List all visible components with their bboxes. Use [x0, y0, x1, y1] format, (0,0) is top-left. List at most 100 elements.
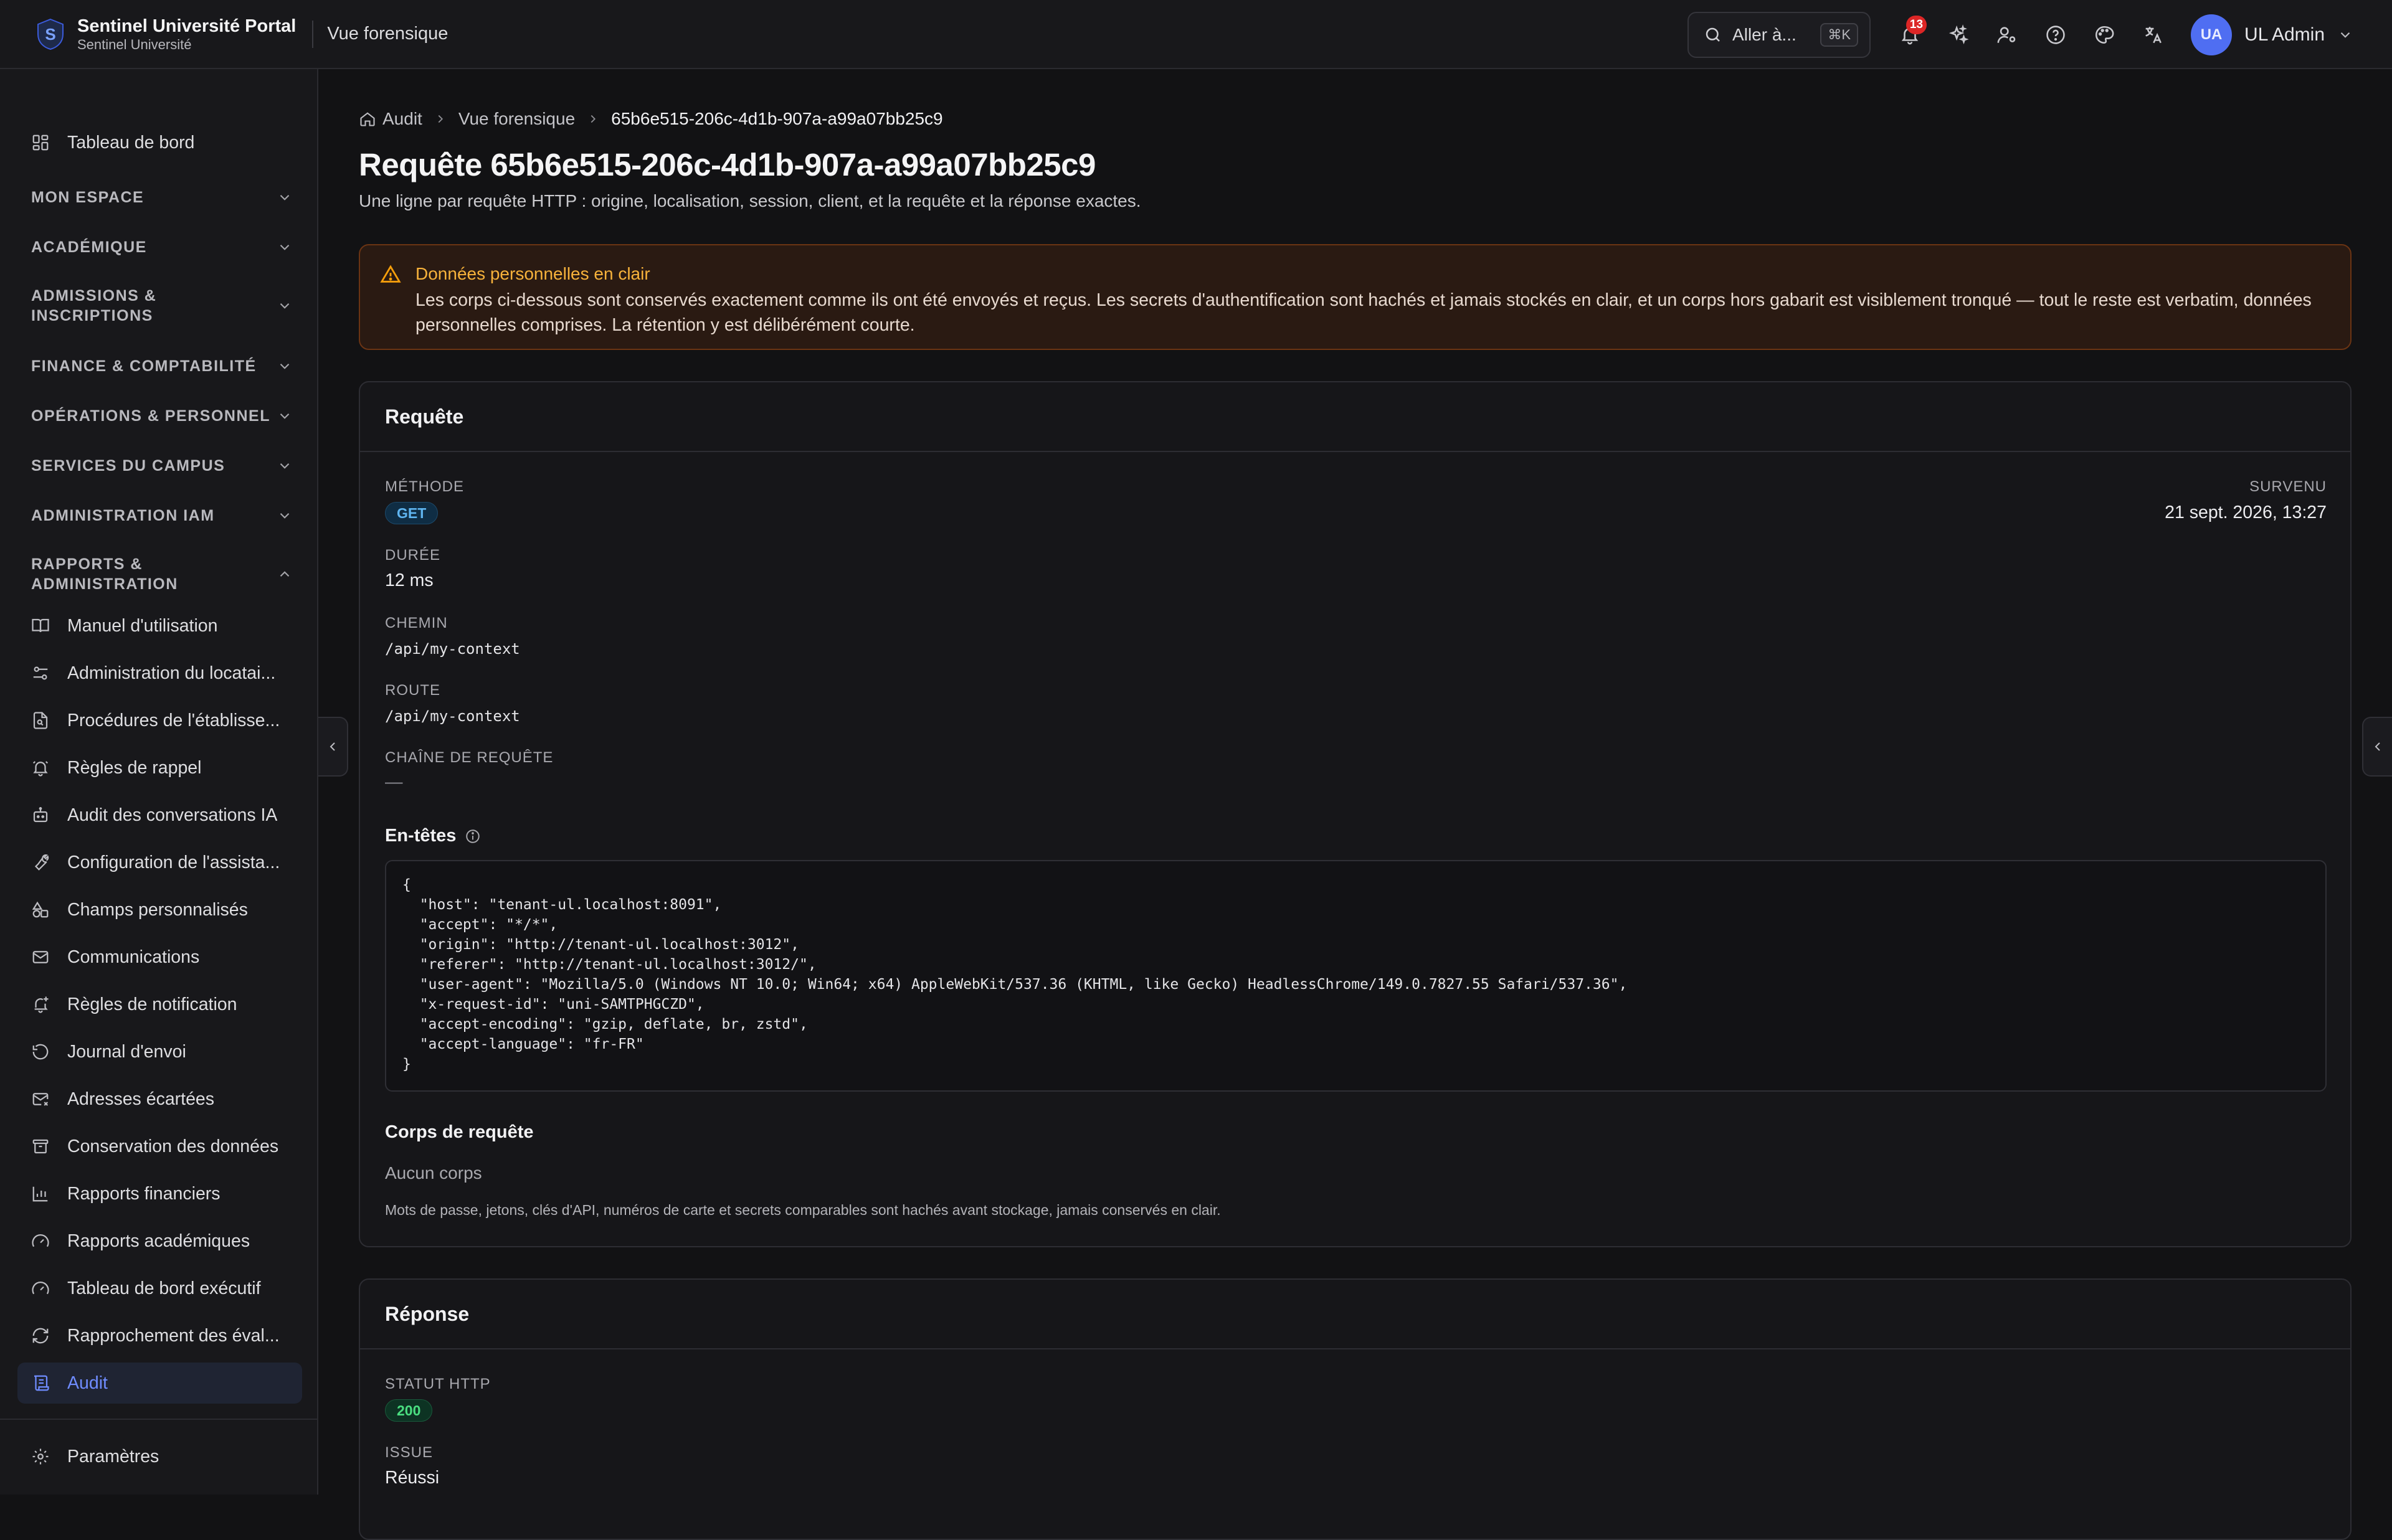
- expand-right-panel-button[interactable]: [2362, 717, 2392, 777]
- sidebar-item-audit-ia[interactable]: Audit des conversations IA: [17, 795, 302, 836]
- sidebar-section-finance[interactable]: FINANCE & COMPTABILITÉ: [31, 356, 293, 376]
- user-menu[interactable]: UA UL Admin: [2191, 14, 2353, 55]
- sidebar-section-iam[interactable]: ADMINISTRATION IAM: [31, 506, 293, 526]
- route-value: /api/my-context: [385, 707, 520, 725]
- sidebar-item-label: Procédures de l'établisse...: [67, 710, 280, 730]
- wrench-icon: [34, 854, 49, 871]
- warning-triangle-icon: [380, 265, 401, 283]
- user-name: UL Admin: [2244, 24, 2325, 45]
- language-button[interactable]: [2129, 11, 2177, 59]
- sidebar-item-label: Adresses écartées: [67, 1089, 215, 1109]
- card-title: Réponse: [385, 1302, 470, 1325]
- brand[interactable]: S Sentinel Université Portal Sentinel Un…: [34, 16, 296, 53]
- sidebar-item-label: Rapprochement des éval...: [67, 1325, 280, 1346]
- sidebar-item-label: Rapports financiers: [67, 1183, 221, 1204]
- sidebar-item-label: Tableau de bord: [67, 132, 195, 153]
- notifications-button[interactable]: 13: [1886, 11, 1934, 59]
- sidebar-item-label: Communications: [67, 947, 200, 967]
- request-card: Requête MÉTHODE GET SURVENU 21 sept. 202…: [359, 381, 2352, 1247]
- sidebar: Tableau de bord MON ESPACE ACADÉMIQUE AD…: [0, 69, 318, 1495]
- sidebar-section-operations[interactable]: OPÉRATIONS & PERSONNEL: [31, 406, 293, 426]
- info-icon[interactable]: [465, 828, 481, 844]
- page-description: Une ligne par requête HTTP : origine, lo…: [359, 191, 1141, 210]
- search-label: Aller à...: [1732, 24, 1796, 44]
- route-label: ROUTE: [385, 682, 440, 699]
- breadcrumb: Audit Vue forensique 65b6e515-206c-4d1b-…: [359, 109, 943, 129]
- sidebar-item-champs[interactable]: Champs personnalisés: [17, 889, 302, 930]
- sidebar-item-label: Champs personnalisés: [67, 899, 248, 920]
- sidebar-item-dashboard[interactable]: Tableau de bord: [17, 122, 302, 163]
- app-name: Sentinel Université Portal: [77, 16, 297, 36]
- sidebar-section-services[interactable]: SERVICES DU CAMPUS: [31, 456, 293, 476]
- section-title: FINANCE & COMPTABILITÉ: [31, 357, 257, 375]
- headers-heading: En-têtes: [385, 826, 481, 846]
- method-badge: GET: [385, 502, 439, 524]
- section-title: OPÉRATIONS & PERSONNEL: [31, 407, 270, 425]
- shapes-icon: [32, 901, 49, 918]
- section-title: MON ESPACE: [31, 189, 145, 206]
- palette-icon: [2095, 26, 2114, 44]
- page-context: Vue forensique: [327, 24, 448, 44]
- sidebar-item-notification[interactable]: Règles de notification: [17, 984, 302, 1025]
- sidebar-item-label: Tableau de bord exécutif: [67, 1278, 261, 1298]
- breadcrumb-forensic[interactable]: Vue forensique: [458, 109, 575, 129]
- quick-search-button[interactable]: Aller à... ⌘K: [1687, 11, 1871, 58]
- sidebar-item-rapports-financiers[interactable]: Rapports financiers: [17, 1173, 302, 1214]
- sidebar-item-rapprochement[interactable]: Rapprochement des éval...: [17, 1315, 302, 1356]
- code-line: "accept-encoding": "gzip, deflate, br, z…: [402, 1016, 808, 1032]
- sidebar-section-academique[interactable]: ACADÉMIQUE: [31, 237, 293, 257]
- ai-assistant-button[interactable]: [1934, 11, 1983, 59]
- sidebar-item-label: Journal d'envoi: [67, 1041, 186, 1062]
- sidebar-item-label: Manuel d'utilisation: [67, 615, 218, 636]
- sidebar-item-rappel[interactable]: Règles de rappel: [17, 747, 302, 788]
- collapse-sidebar-button[interactable]: [318, 717, 348, 777]
- sidebar-item-executif[interactable]: Tableau de bord exécutif: [17, 1268, 302, 1309]
- layout-grid-icon: [32, 135, 49, 151]
- top-bar: S Sentinel Université Portal Sentinel Un…: [0, 0, 2392, 69]
- sidebar-item-audit[interactable]: Audit: [17, 1363, 302, 1404]
- sidebar-item-conservation[interactable]: Conservation des données: [17, 1126, 302, 1167]
- sidebar-item-communications[interactable]: Communications: [17, 937, 302, 978]
- path-label: CHEMIN: [385, 615, 448, 631]
- method-label: MÉTHODE: [385, 478, 464, 495]
- sidebar-item-settings[interactable]: Paramètres: [17, 1436, 302, 1477]
- code-line: }: [402, 1056, 411, 1072]
- sidebar-item-adresses[interactable]: Adresses écartées: [17, 1079, 302, 1120]
- help-button[interactable]: [2031, 11, 2080, 59]
- sidebar-item-locataire[interactable]: Administration du locatai...: [17, 653, 302, 694]
- query-label: CHAÎNE DE REQUÊTE: [385, 749, 554, 766]
- notification-badge: 13: [1906, 15, 1927, 34]
- svg-text:S: S: [45, 25, 55, 44]
- theme-button[interactable]: [2080, 11, 2129, 59]
- impersonate-button[interactable]: [1983, 11, 2031, 59]
- section-title: ADMISSIONS & INSCRIPTIONS: [31, 287, 157, 324]
- headers-code-block[interactable]: { "host": "tenant-ul.localhost:8091", "a…: [385, 860, 2327, 1092]
- request-body-empty: Aucun corps: [385, 1163, 482, 1183]
- sidebar-item-assistant[interactable]: Configuration de l'assista...: [17, 842, 302, 883]
- sidebar-item-journal[interactable]: Journal d'envoi: [17, 1031, 302, 1072]
- sidebar-item-manuel[interactable]: Manuel d'utilisation: [17, 605, 302, 646]
- headers-title: En-têtes: [385, 826, 457, 846]
- redaction-note: Mots de passe, jetons, clés d'API, numér…: [385, 1202, 1221, 1218]
- status-label: STATUT HTTP: [385, 1376, 491, 1392]
- section-title: ADMINISTRATION IAM: [31, 507, 215, 524]
- sidebar-section-admissions[interactable]: ADMISSIONS & INSCRIPTIONS: [31, 286, 293, 326]
- alert-title: Données personnelles en clair: [415, 264, 650, 283]
- file-search-icon: [33, 712, 48, 729]
- avatar: UA: [2191, 14, 2233, 55]
- sidebar-item-label: Conservation des données: [67, 1136, 279, 1156]
- path-value: /api/my-context: [385, 640, 520, 658]
- bot-icon: [33, 807, 48, 823]
- code-line: "accept": "*/*",: [402, 917, 558, 933]
- sidebar-item-procedures[interactable]: Procédures de l'établisse...: [17, 700, 302, 741]
- sidebar-item-label: Paramètres: [67, 1446, 159, 1467]
- sidebar-item-rapports-academiques[interactable]: Rapports académiques: [17, 1221, 302, 1262]
- section-title: SERVICES DU CAMPUS: [31, 457, 225, 475]
- code-line: {: [402, 877, 411, 893]
- breadcrumb-audit[interactable]: Audit: [382, 109, 422, 129]
- duration-label: DURÉE: [385, 547, 441, 564]
- sidebar-section-rapports[interactable]: RAPPORTS & ADMINISTRATION: [31, 554, 293, 594]
- sidebar-section-mon-espace[interactable]: MON ESPACE: [31, 187, 293, 207]
- book-open-icon: [32, 618, 49, 633]
- chevron-up-icon: [280, 571, 290, 577]
